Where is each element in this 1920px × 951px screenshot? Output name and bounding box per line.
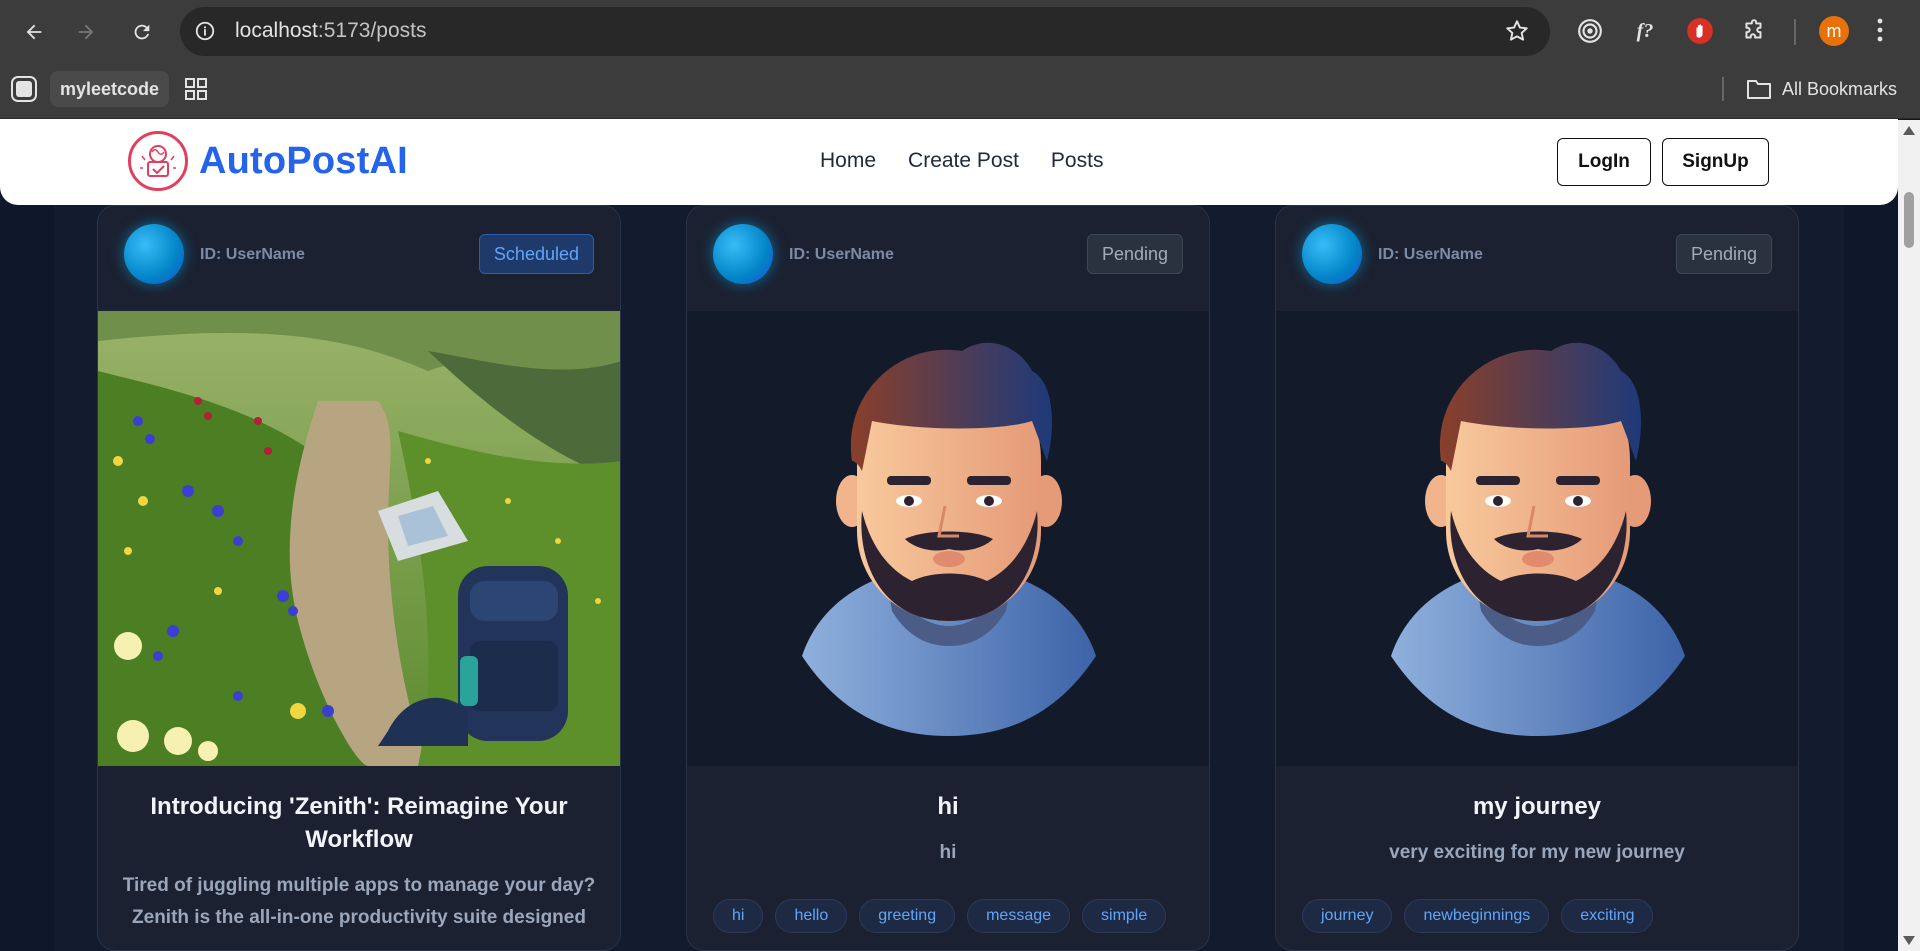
formula-extension-label: f? bbox=[1636, 19, 1654, 42]
post-description: very exciting for my new journey bbox=[1389, 842, 1685, 863]
post-card[interactable]: ID: UserName Pending bbox=[686, 205, 1210, 951]
post-image bbox=[687, 311, 1209, 766]
post-card[interactable]: ID: UserName Scheduled Introducing 'Zeni… bbox=[97, 205, 621, 951]
bookmark-group-label: myleetcode bbox=[60, 78, 160, 99]
scroll-down-arrow-icon[interactable] bbox=[1903, 936, 1915, 945]
site-info-icon[interactable] bbox=[194, 20, 216, 47]
profile-initial: m bbox=[1826, 20, 1842, 41]
formula-extension-icon[interactable]: f? bbox=[1627, 13, 1663, 49]
tag-chip[interactable]: journey bbox=[1302, 899, 1393, 933]
apps-grid-icon[interactable] bbox=[184, 71, 208, 107]
nav-home[interactable]: Home bbox=[820, 149, 876, 173]
forward-arrow-icon bbox=[78, 24, 94, 40]
reload-button[interactable] bbox=[122, 12, 162, 52]
user-avatar bbox=[124, 224, 184, 284]
tag-chip[interactable]: message bbox=[967, 899, 1071, 933]
post-user-id: ID: UserName bbox=[1378, 246, 1483, 263]
post-card-body: Introducing 'Zenith': Reimagine Your Wor… bbox=[98, 766, 620, 934]
bookmarks-bar: myleetcode All Bookmarks bbox=[0, 63, 1920, 119]
forward-button[interactable] bbox=[66, 12, 106, 52]
main-nav: Home Create Post Posts bbox=[820, 149, 1103, 173]
user-avatar bbox=[1302, 224, 1362, 284]
url-path: :5173/posts bbox=[317, 19, 427, 42]
scroll-up-arrow-icon[interactable] bbox=[1903, 126, 1915, 135]
post-user-id: ID: UserName bbox=[789, 246, 894, 263]
post-card-header: ID: UserName Pending bbox=[1276, 206, 1798, 311]
bookmark-star-icon[interactable] bbox=[1504, 18, 1530, 49]
post-title: hi bbox=[937, 793, 959, 820]
tag-chip[interactable]: newbeginnings bbox=[1404, 899, 1550, 933]
all-bookmarks-button[interactable]: All Bookmarks bbox=[1746, 71, 1897, 107]
post-image bbox=[98, 311, 620, 766]
all-bookmarks-label: All Bookmarks bbox=[1782, 78, 1898, 99]
back-arrow-icon bbox=[26, 24, 42, 40]
block-extension-icon[interactable] bbox=[1682, 13, 1718, 49]
nav-create-post[interactable]: Create Post bbox=[908, 149, 1019, 173]
browser-toolbar: localhost:5173/posts f? m bbox=[0, 0, 1920, 63]
tag-chip[interactable]: greeting bbox=[859, 899, 956, 933]
status-badge: Pending bbox=[1675, 234, 1772, 274]
tag-chip[interactable]: hi bbox=[713, 899, 764, 933]
site-header: AutoPostAI Home Create Post Posts LogIn … bbox=[0, 119, 1898, 205]
post-description: hi bbox=[939, 842, 957, 863]
bookmarks-separator bbox=[1722, 77, 1724, 101]
signup-button[interactable]: SignUp bbox=[1662, 138, 1769, 186]
post-tags: hi hello greeting message simple bbox=[713, 899, 1167, 933]
tab-group-icon[interactable] bbox=[10, 71, 38, 107]
profile-avatar[interactable]: m bbox=[1819, 16, 1849, 46]
post-image bbox=[1276, 311, 1798, 766]
extensions-puzzle-icon[interactable] bbox=[1736, 13, 1772, 49]
tag-chip[interactable]: simple bbox=[1082, 899, 1167, 933]
login-button[interactable]: LogIn bbox=[1557, 138, 1651, 186]
browser-menu-icon[interactable] bbox=[1876, 16, 1884, 49]
post-card-body: my journey very exciting for my new jour… bbox=[1276, 766, 1798, 869]
address-bar[interactable]: localhost:5173/posts bbox=[180, 7, 1550, 56]
post-tags: journey newbeginnings exciting bbox=[1302, 899, 1654, 933]
toolbar-separator bbox=[1794, 19, 1796, 45]
post-card-header: ID: UserName Scheduled bbox=[98, 206, 620, 311]
scroll-thumb[interactable] bbox=[1904, 192, 1914, 248]
record-extension-icon[interactable] bbox=[1572, 13, 1608, 49]
user-avatar bbox=[713, 224, 773, 284]
status-badge: Scheduled bbox=[478, 234, 594, 274]
brand-logo-icon[interactable] bbox=[128, 131, 188, 191]
status-badge: Pending bbox=[1086, 234, 1183, 274]
tag-chip[interactable]: hello bbox=[775, 899, 848, 933]
post-title: my journey bbox=[1472, 793, 1602, 820]
post-title: Introducing 'Zenith': Reimagine Your Wor… bbox=[150, 793, 568, 853]
post-description: Tired of juggling multiple apps to manag… bbox=[122, 875, 596, 928]
back-button[interactable] bbox=[14, 12, 54, 52]
tag-chip[interactable]: exciting bbox=[1561, 899, 1654, 933]
url-host: localhost bbox=[235, 19, 318, 42]
folder-icon bbox=[1747, 80, 1771, 99]
brand-name[interactable]: AutoPostAI bbox=[199, 140, 408, 183]
post-card[interactable]: ID: UserName Pending bbox=[1275, 205, 1799, 951]
nav-posts[interactable]: Posts bbox=[1051, 149, 1104, 173]
post-card-header: ID: UserName Pending bbox=[687, 206, 1209, 311]
url-text[interactable]: localhost:5173/posts bbox=[235, 19, 426, 43]
bookmark-group-myleetcode[interactable]: myleetcode bbox=[50, 71, 170, 107]
page-scrollbar[interactable] bbox=[1898, 120, 1920, 951]
reload-icon bbox=[134, 24, 150, 40]
post-user-id: ID: UserName bbox=[200, 246, 305, 263]
post-card-body: hi hi bbox=[687, 766, 1209, 869]
